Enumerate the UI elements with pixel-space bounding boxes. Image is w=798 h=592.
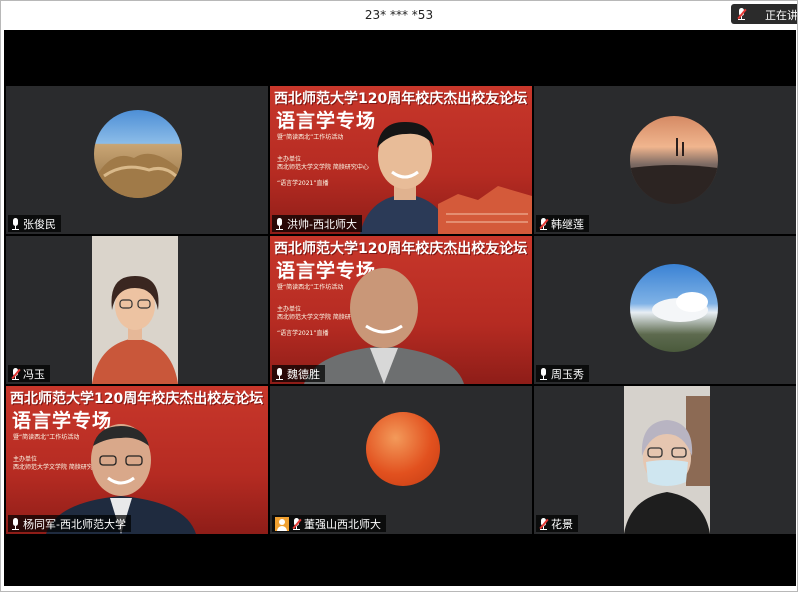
video-grid: 张俊民 西北师范大学120周年校庆杰出校友论坛 语言学专场 暨“简读西北”工作坊…: [4, 30, 796, 586]
speaking-label: 正在讲: [765, 9, 797, 22]
microphone-icon: [539, 367, 548, 380]
banner-title: 西北师范大学120周年校庆杰出校友论坛: [274, 91, 528, 107]
avatar: [630, 264, 718, 352]
microphone-icon: [275, 217, 284, 230]
participant-name-bar: 洪帅-西北师大: [272, 215, 362, 232]
participant-name: 张俊民: [23, 217, 56, 231]
participant-name: 董强山西北师大: [304, 517, 381, 531]
participant-video: [304, 268, 464, 384]
video-tile-hua[interactable]: 花景: [534, 386, 796, 534]
conference-banner: 西北师范大学120周年校庆杰出校友论坛 语言学专场 暨“简读西北”工作坊活动 主…: [6, 386, 268, 534]
microphone-muted-icon: [292, 517, 301, 530]
participant-video: [92, 236, 178, 384]
participant-name-bar: 张俊民: [8, 215, 61, 232]
video-tile-dong[interactable]: 董强山西北师大: [270, 386, 532, 534]
participant-name-bar: 董强山西北师大: [272, 515, 386, 532]
cloud-icon: [652, 292, 708, 322]
building-graphic: [438, 186, 532, 234]
participant-name: 洪帅-西北师大: [287, 217, 357, 231]
microphone-muted-icon: [11, 367, 20, 380]
banner-tagline: 暨“简读西北”工作坊活动: [277, 134, 344, 141]
video-tile-hong[interactable]: 西北师范大学120周年校庆杰出校友论坛 语言学专场 暨“简读西北”工作坊活动 主…: [270, 86, 532, 234]
participant-name: 花景: [551, 517, 573, 531]
speaking-indicator[interactable]: 正在讲: [731, 4, 797, 24]
microphone-icon: [11, 217, 20, 230]
participant-name-bar: 周玉秀: [536, 365, 589, 382]
participant-video: [624, 386, 710, 534]
microphone-muted-icon: [737, 8, 746, 20]
banner-title: 西北师范大学120周年校庆杰出校友论坛: [274, 241, 528, 257]
microphone-muted-icon: [539, 217, 548, 230]
participant-name: 周玉秀: [551, 367, 584, 381]
banner-year-line: “语言学2021”直播: [277, 180, 329, 187]
top-bar: 23* *** *53 正在讲: [1, 1, 797, 30]
participant-name: 韩继莲: [551, 217, 584, 231]
video-tile-han[interactable]: 韩继莲: [534, 86, 796, 234]
participant-name-bar: 韩继莲: [536, 215, 589, 232]
video-tile-wei[interactable]: 西北师范大学120周年校庆杰出校友论坛 语言学专场 暨“简读西北”工作坊活动 主…: [270, 236, 532, 384]
participant-name-bar: 花景: [536, 515, 578, 532]
person-icon: [275, 516, 289, 531]
conference-banner: 西北师范大学120周年校庆杰出校友论坛 语言学专场 暨“简读西北”工作坊活动 主…: [270, 236, 532, 384]
participant-name: 魏德胜: [287, 367, 320, 381]
sunset-icon: [630, 138, 718, 204]
conference-banner: 西北师范大学120周年校庆杰出校友论坛 语言学专场 暨“简读西北”工作坊活动 主…: [270, 86, 532, 234]
video-tile-zhou[interactable]: 周玉秀: [534, 236, 796, 384]
video-tile-zhang[interactable]: 张俊民: [6, 86, 268, 234]
avatar: [630, 116, 718, 204]
participant-name-bar: 魏德胜: [272, 365, 325, 382]
banner-title: 西北师范大学120周年校庆杰出校友论坛: [10, 391, 264, 407]
avatar: [94, 110, 182, 198]
participant-name-bar: 冯玉: [8, 365, 50, 382]
microphone-icon: [11, 517, 20, 530]
participant-name: 冯玉: [23, 367, 45, 381]
microphone-icon: [275, 367, 284, 380]
video-tile-yang[interactable]: 西北师范大学120周年校庆杰出校友论坛 语言学专场 暨“简读西北”工作坊活动 主…: [6, 386, 268, 534]
microphone-muted-icon: [539, 517, 548, 530]
avatar: [366, 412, 440, 486]
landscape-icon: [99, 153, 178, 198]
participant-name-bar: 杨同军-西北师范大学: [8, 515, 131, 532]
participant-name: 杨同军-西北师范大学: [23, 517, 126, 531]
meeting-id: 23* *** *53: [364, 8, 434, 22]
video-tile-feng[interactable]: 冯玉: [6, 236, 268, 384]
